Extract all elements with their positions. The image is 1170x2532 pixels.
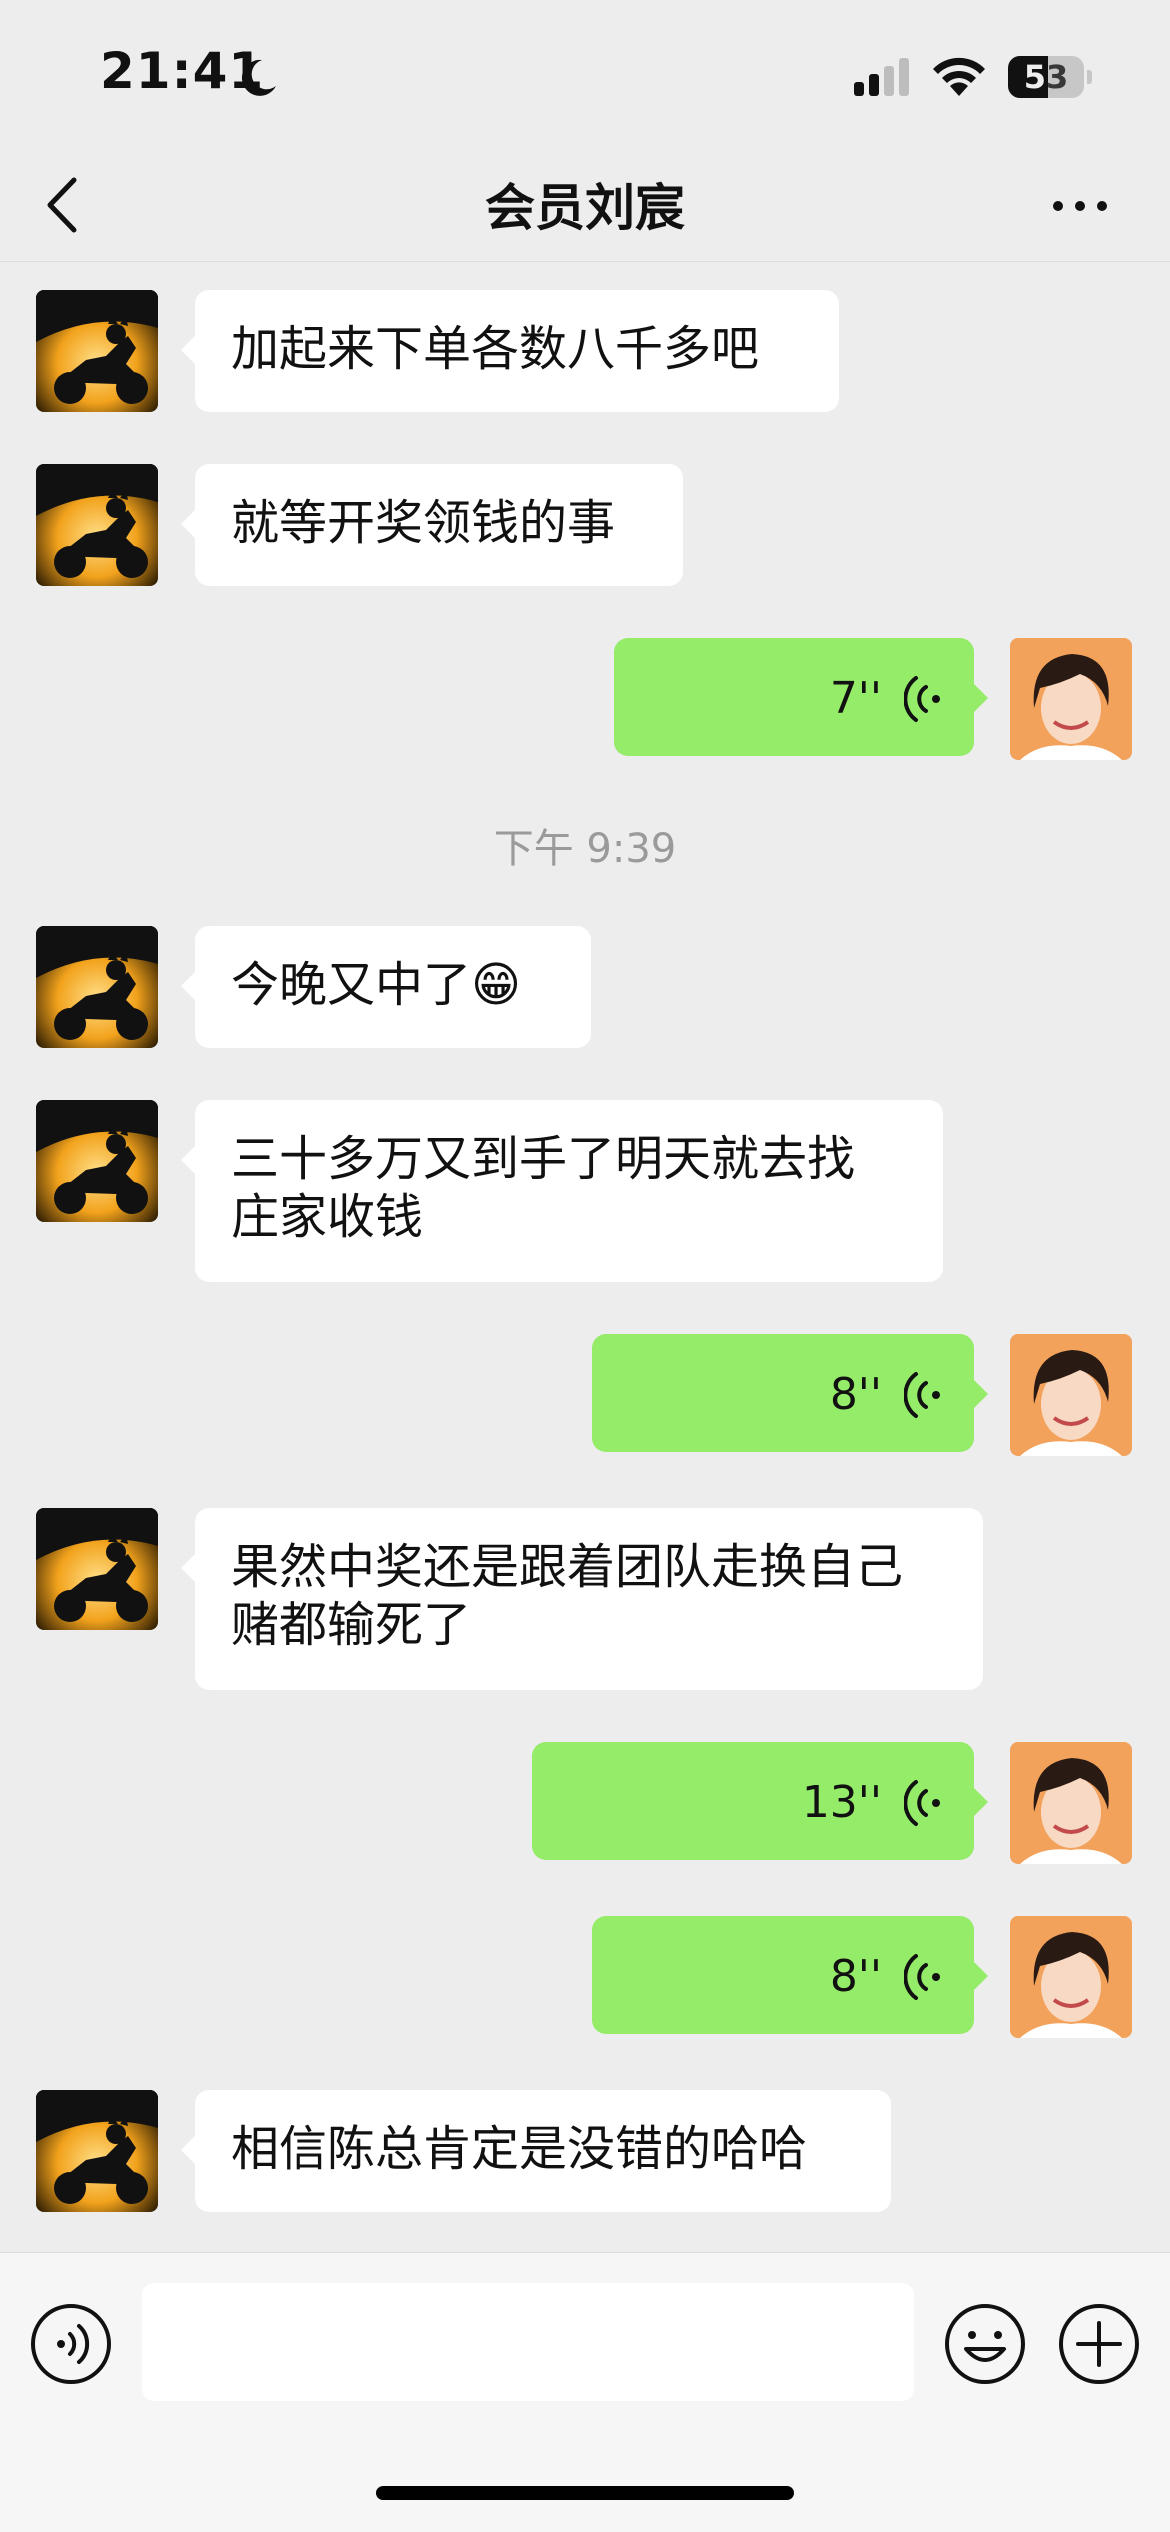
- message-input[interactable]: [142, 2283, 914, 2401]
- voice-wave-icon: [904, 1954, 940, 2000]
- message-timestamp: 下午 9:39: [493, 826, 677, 872]
- voice-message-bubble[interactable]: 8'': [592, 1916, 988, 2034]
- voice-wave-icon: [904, 1372, 940, 1418]
- status-bar: 21:41 53: [0, 0, 1170, 150]
- message-bubble[interactable]: 加起来下单各数八千多吧: [181, 290, 839, 412]
- message-text-line: 庄家收钱: [231, 1189, 424, 1245]
- my-avatar[interactable]: [1010, 638, 1132, 760]
- chat-title: 会员刘宸: [485, 179, 685, 237]
- emoji-icon[interactable]: [944, 2303, 1026, 2385]
- contact-avatar[interactable]: [36, 926, 158, 1048]
- my-avatar[interactable]: [1010, 1916, 1132, 2038]
- message-text: 今晚又中了😁: [231, 957, 522, 1013]
- ellipsis-icon[interactable]: [1048, 186, 1112, 226]
- voice-duration: 8'': [829, 1951, 882, 2002]
- voice-message-bubble[interactable]: 8'': [592, 1334, 988, 1452]
- message-text: 相信陈总肯定是没错的哈哈: [231, 2121, 808, 2177]
- battery-icon: 53: [1008, 56, 1092, 98]
- voice-wave-icon: [904, 676, 940, 722]
- voice-duration: 7'': [829, 673, 882, 724]
- wifi-icon: [933, 57, 985, 96]
- message-bubble[interactable]: 今晚又中了😁: [181, 926, 591, 1048]
- my-avatar[interactable]: [1010, 1334, 1132, 1456]
- message-bubble[interactable]: 就等开奖领钱的事: [181, 464, 683, 586]
- plus-icon[interactable]: [1058, 2303, 1140, 2385]
- message-text: 加起来下单各数八千多吧: [231, 321, 760, 377]
- chat-header: 会员刘宸: [0, 150, 1170, 262]
- voice-message-bubble[interactable]: 13'': [532, 1742, 988, 1860]
- message-text-line: 果然中奖还是跟着团队走换自己: [231, 1539, 904, 1595]
- cellular-signal-icon: [854, 58, 909, 96]
- battery-level: 53: [1023, 58, 1069, 96]
- contact-avatar[interactable]: [36, 1100, 158, 1222]
- my-avatar[interactable]: [1010, 1742, 1132, 1864]
- contact-avatar[interactable]: [36, 290, 158, 412]
- contact-avatar[interactable]: [36, 1508, 158, 1630]
- contact-avatar[interactable]: [36, 464, 158, 586]
- message-text-line: 三十多万又到手了明天就去找: [231, 1131, 856, 1187]
- voice-duration: 8'': [829, 1369, 882, 1420]
- message-bubble[interactable]: 果然中奖还是跟着团队走换自己 赌都输死了: [181, 1508, 983, 1690]
- message-text: 就等开奖领钱的事: [231, 495, 616, 551]
- voice-wave-icon: [904, 1780, 940, 1826]
- contact-avatar[interactable]: [36, 2090, 158, 2212]
- voice-message-bubble[interactable]: 7'': [614, 638, 988, 756]
- moon-icon: [241, 59, 276, 96]
- home-indicator[interactable]: [376, 2486, 794, 2500]
- message-bubble[interactable]: 三十多万又到手了明天就去找 庄家收钱: [181, 1100, 943, 1282]
- message-text-line: 赌都输死了: [231, 1597, 472, 1653]
- message-bubble[interactable]: 相信陈总肯定是没错的哈哈: [181, 2090, 891, 2212]
- voice-duration: 13'': [801, 1777, 882, 1828]
- voice-toggle-icon[interactable]: [30, 2303, 112, 2385]
